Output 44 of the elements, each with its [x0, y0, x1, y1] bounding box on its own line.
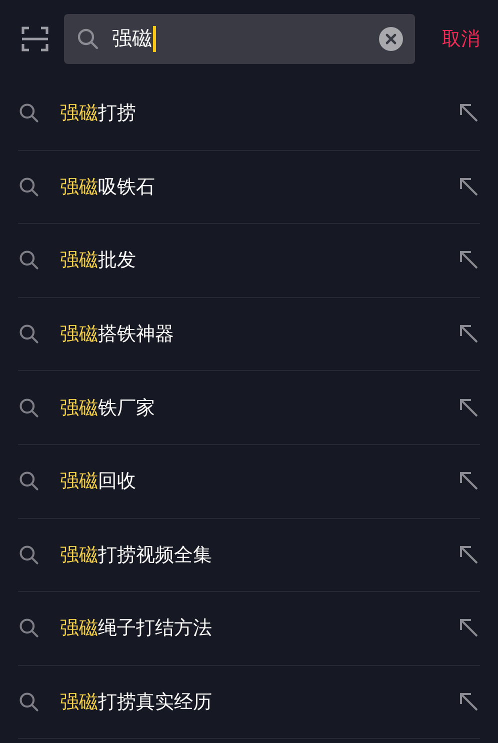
arrow-up-left-icon [458, 323, 480, 346]
suggestion-text[interactable]: 强磁打捞视频全集 [60, 542, 212, 568]
search-icon [18, 249, 40, 272]
fill-query-button[interactable] [458, 691, 480, 714]
text-cursor [153, 26, 156, 52]
search-icon [18, 617, 40, 640]
arrow-up-left-icon [458, 102, 480, 124]
search-icon [18, 544, 40, 566]
fill-query-button[interactable] [458, 249, 480, 272]
fill-query-button[interactable] [458, 470, 480, 492]
suggestion-text[interactable]: 强磁回收 [60, 468, 136, 494]
search-icon [18, 176, 40, 198]
arrow-up-left-icon [458, 396, 480, 419]
fill-query-button[interactable] [458, 323, 480, 346]
fill-query-button[interactable] [458, 176, 480, 198]
close-icon [385, 32, 397, 44]
fill-query-button[interactable] [458, 544, 480, 566]
fill-query-button[interactable] [458, 396, 480, 419]
search-icon [18, 102, 40, 124]
suggestion-text[interactable]: 强磁绳子打结方法 [60, 615, 212, 642]
suggestion-text[interactable]: 强磁打捞真实经历 [60, 689, 212, 716]
search-value: 强磁 [112, 25, 152, 52]
suggestion-text[interactable]: 强磁吸铁石 [60, 174, 155, 200]
cancel-button[interactable]: 取消 [442, 26, 480, 52]
fill-query-button[interactable] [458, 102, 480, 124]
suggestion-text[interactable]: 强磁铁厂家 [60, 394, 155, 421]
clear-button[interactable] [379, 26, 403, 50]
arrow-up-left-icon [458, 176, 480, 198]
search-icon [18, 470, 40, 492]
search-icon [18, 396, 40, 419]
search-icon [76, 26, 100, 50]
arrow-up-left-icon [458, 617, 480, 640]
suggestion-text[interactable]: 强磁搭铁神器 [60, 321, 174, 348]
search-field[interactable]: 强磁 [64, 14, 415, 64]
arrow-up-left-icon [458, 249, 480, 272]
suggestion-text[interactable]: 强磁批发 [60, 247, 136, 274]
search-icon [18, 323, 40, 346]
arrow-up-left-icon [458, 544, 480, 566]
search-icon [18, 691, 40, 714]
arrow-up-left-icon [458, 470, 480, 492]
scan-icon [21, 24, 49, 52]
fill-query-button[interactable] [458, 617, 480, 640]
suggestion-text[interactable]: 强磁打捞 [60, 100, 136, 126]
arrow-up-left-icon [458, 691, 480, 714]
